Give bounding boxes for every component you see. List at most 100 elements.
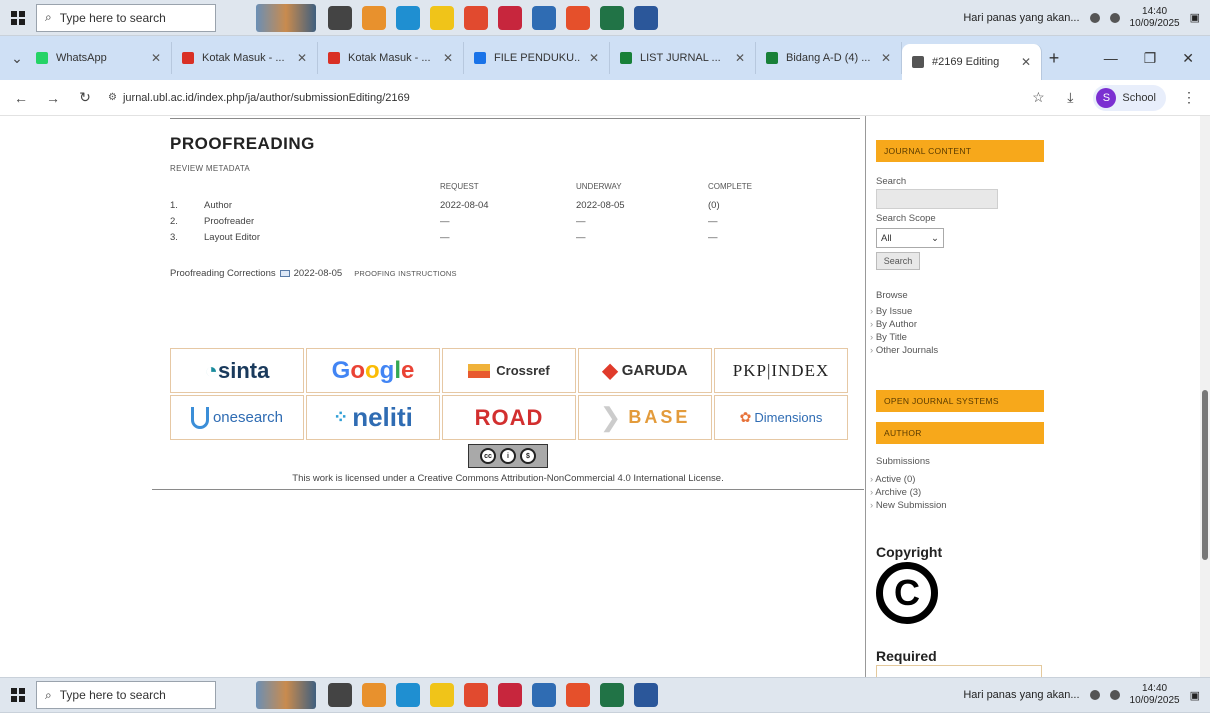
back-icon[interactable]: ← (12, 90, 30, 106)
page-scrollbar[interactable] (1200, 116, 1210, 677)
taskbar-search-box[interactable]: ⌕ Type here to search (36, 3, 216, 32)
reload-icon[interactable]: ↻ (76, 89, 94, 106)
review-metadata-link[interactable]: REVIEW METADATA (170, 164, 250, 173)
tab-close-icon[interactable]: ✕ (589, 51, 599, 65)
search-scope-select[interactable]: All ⌄ (876, 228, 944, 248)
url-text[interactable]: jurnal.ubl.ac.id/index.php/ja/author/sub… (123, 92, 410, 104)
base-logo[interactable]: ❯ BASE (578, 395, 712, 440)
pkp-index-logo[interactable]: PKP|INDEX (714, 348, 848, 393)
taskbar-app-icon[interactable] (498, 683, 522, 707)
tray-icon[interactable] (1109, 12, 1120, 23)
tab-close-icon[interactable]: ✕ (151, 51, 161, 65)
chrome-icon[interactable] (464, 5, 488, 30)
maximize-icon[interactable]: ❐ (1144, 50, 1157, 67)
browser-tab[interactable]: Bidang A-D (4) ... ✕ (756, 42, 902, 74)
search-input[interactable] (876, 189, 998, 209)
taskbar-app-icon[interactable] (498, 5, 522, 30)
tab-favicon-icon (36, 52, 48, 64)
taskbar-app-icon[interactable] (362, 683, 386, 707)
browser-tab[interactable]: WhatsApp ✕ (26, 42, 172, 74)
browser-tab[interactable]: LIST JURNAL ... ✕ (610, 42, 756, 74)
browse-link[interactable]: By Issue (870, 305, 938, 318)
scrollbar-thumb[interactable] (1202, 390, 1208, 560)
profile-button[interactable]: S School (1093, 84, 1166, 111)
site-info-icon[interactable]: ⚙ (108, 92, 117, 103)
new-tab-button[interactable]: + (1042, 48, 1066, 69)
tab-close-icon[interactable]: ✕ (443, 51, 453, 65)
email-icon[interactable] (279, 270, 290, 277)
submission-link[interactable]: Active (0) (870, 473, 947, 486)
browse-link[interactable]: Other Journals (870, 344, 938, 357)
chrome-icon[interactable] (464, 683, 488, 707)
tab-close-icon[interactable]: ✕ (1021, 55, 1031, 69)
browser-tab[interactable]: Kotak Masuk - ... ✕ (172, 42, 318, 74)
task-view-icon[interactable] (328, 683, 352, 707)
proofing-instructions-link[interactable]: PROOFING INSTRUCTIONS (354, 269, 457, 278)
taskbar-clock[interactable]: 14:40 10/09/2025 (1130, 6, 1180, 30)
word-icon[interactable] (634, 5, 658, 30)
word-icon[interactable] (634, 683, 658, 707)
download-icon[interactable]: ⤓ (1061, 89, 1079, 106)
windows-start-button[interactable] (0, 0, 36, 36)
tab-label: LIST JURNAL ... (640, 52, 721, 64)
edge-icon[interactable] (396, 683, 420, 707)
url-field[interactable]: ⚙ jurnal.ubl.ac.id/index.php/ja/author/s… (108, 92, 1015, 104)
taskbar-app-icon[interactable] (532, 683, 556, 707)
chevron-down-icon: ⌄ (931, 232, 939, 244)
windows-start-button[interactable] (0, 677, 36, 713)
google-scholar-logo[interactable]: Google (306, 348, 440, 393)
submission-link[interactable]: Archive (3) (870, 486, 947, 499)
taskbar-app-icon[interactable] (566, 5, 590, 30)
browser-menu-icon[interactable]: ⋮ (1180, 89, 1198, 106)
taskbar-search-box[interactable]: ⌕ Type here to search (36, 681, 216, 709)
open-journal-systems-link[interactable]: OPEN JOURNAL SYSTEMS (876, 390, 1044, 412)
task-view-icon[interactable] (328, 5, 352, 30)
tray-icon[interactable] (1089, 690, 1100, 700)
tray-icon[interactable] (1089, 12, 1100, 23)
search-button[interactable]: Search (876, 252, 920, 270)
onesearch-logo[interactable]: onesearch (170, 395, 304, 440)
bookmark-star-icon[interactable]: ☆ (1029, 89, 1047, 106)
sinta-logo[interactable]: ◔ sinta (170, 348, 304, 393)
browse-link[interactable]: By Author (870, 318, 938, 331)
taskbar-widget-thumbnail[interactable] (256, 681, 316, 709)
notification-text[interactable]: Hari panas yang akan... (963, 689, 1079, 701)
sidebar: JOURNAL CONTENT Search Search Scope All ⌄… (865, 116, 1200, 677)
creative-commons-badge[interactable]: cc i $ (468, 444, 548, 468)
notification-text[interactable]: Hari panas yang akan... (963, 12, 1079, 24)
minimize-icon[interactable]: — (1104, 50, 1118, 67)
file-explorer-icon[interactable] (430, 5, 454, 30)
tab-close-icon[interactable]: ✕ (881, 51, 891, 65)
excel-icon[interactable] (600, 5, 624, 30)
tab-search-icon[interactable]: ⌄ (8, 50, 26, 67)
submission-link[interactable]: New Submission (870, 499, 947, 512)
clock-date: 10/09/2025 (1129, 17, 1180, 29)
taskbar-clock[interactable]: 14:40 10/09/2025 (1130, 683, 1180, 707)
edge-icon[interactable] (396, 5, 420, 30)
tab-close-icon[interactable]: ✕ (735, 51, 745, 65)
cell-complete[interactable]: (0) (708, 200, 720, 211)
excel-icon[interactable] (600, 683, 624, 707)
notification-center-icon[interactable]: ▣ (1190, 11, 1200, 24)
close-icon[interactable]: ✕ (1182, 50, 1194, 67)
taskbar-widget-thumbnail[interactable] (256, 3, 316, 32)
browser-tab[interactable]: Kotak Masuk - ... ✕ (318, 42, 464, 74)
garuda-logo[interactable]: ◆ GARUDA (578, 348, 712, 393)
notification-center-icon[interactable]: ▣ (1190, 689, 1200, 702)
browser-tab[interactable]: FILE PENDUKU... ✕ (464, 42, 610, 74)
road-logo[interactable]: ROAD (442, 395, 576, 440)
cell-role: Author (204, 200, 232, 211)
forward-icon[interactable]: → (44, 90, 62, 106)
neliti-logo[interactable]: ⁘ neliti (306, 395, 440, 440)
browse-link[interactable]: By Title (870, 331, 938, 344)
taskbar-app-icon[interactable] (532, 5, 556, 30)
tab-close-icon[interactable]: ✕ (297, 51, 307, 65)
file-explorer-icon[interactable] (430, 683, 454, 707)
taskbar-app-icon[interactable] (362, 5, 386, 30)
crossref-logo[interactable]: Crossref (442, 348, 576, 393)
tray-icon[interactable] (1109, 690, 1120, 700)
taskbar-app-icon[interactable] (566, 683, 590, 707)
dimensions-logo[interactable]: ✿ Dimensions (714, 395, 848, 440)
license-link[interactable]: Creative Commons Attribution-NonCommerci… (417, 473, 721, 484)
browser-tab[interactable]: #2169 Editing ✕ (902, 44, 1042, 80)
